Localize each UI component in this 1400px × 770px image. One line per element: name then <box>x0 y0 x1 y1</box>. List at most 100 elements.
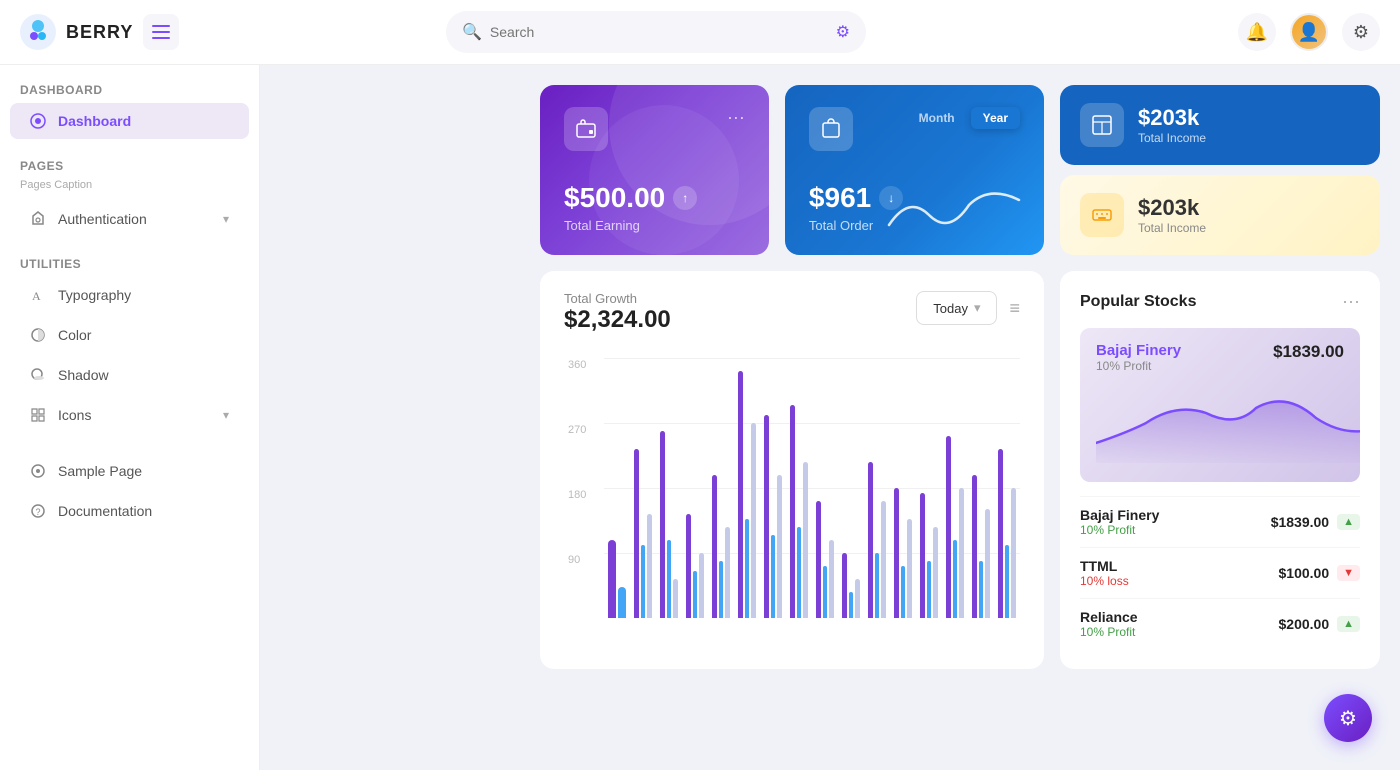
sidebar-item-icons-label: Icons <box>58 407 91 423</box>
bar-blue <box>693 571 698 618</box>
total-earning-label: Total Earning <box>564 218 745 233</box>
table-icon <box>1091 114 1113 136</box>
stock-row: Bajaj Finery10% Profit$1839.00▲ <box>1080 496 1360 547</box>
wave-chart <box>884 180 1024 235</box>
today-btn-chevron: ▾ <box>974 300 981 316</box>
total-earning-card: ··· $500.00 ↑ Total Earning <box>540 85 769 255</box>
total-order-card: Month Year $961 ↓ Total Order <box>785 85 1044 255</box>
shadow-icon <box>30 367 46 383</box>
bar-group <box>816 358 834 618</box>
sample-icon <box>30 463 46 479</box>
bar-group <box>998 358 1016 618</box>
bar-light <box>751 423 756 618</box>
settings-button[interactable]: ⚙ <box>1342 13 1380 51</box>
bar-light <box>985 509 990 618</box>
stocks-header: Popular Stocks ··· <box>1080 291 1360 312</box>
sidebar-pages-caption: Pages Caption <box>0 177 259 199</box>
filter-icon[interactable]: ⚙ <box>836 22 850 42</box>
bajaj-featured-name: Bajaj Finery <box>1096 342 1181 359</box>
typography-icon: A <box>30 287 46 303</box>
stock-profit: 10% loss <box>1080 574 1129 588</box>
bar-group <box>842 358 860 618</box>
sidebar-item-icons[interactable]: Icons ▾ <box>10 397 249 433</box>
chart-amount: $2,324.00 <box>564 306 671 334</box>
docs-icon: ? <box>30 503 46 519</box>
month-toggle-button[interactable]: Month <box>907 107 967 129</box>
hamburger-button[interactable] <box>143 14 179 50</box>
income-icon-box-2 <box>1080 193 1124 237</box>
bar-blue <box>849 592 854 618</box>
bar-light <box>647 514 652 618</box>
bar-group <box>868 358 886 618</box>
income-icon-box-1 <box>1080 103 1124 147</box>
bar-light <box>933 527 938 618</box>
chart-menu-icon[interactable]: ≡ <box>1009 298 1020 319</box>
stocks-dots[interactable]: ··· <box>1342 291 1360 312</box>
bar-light <box>881 501 886 618</box>
bar-blue <box>979 561 984 618</box>
notification-button[interactable]: 🔔 <box>1238 13 1276 51</box>
topbar-right: 🔔 👤 ⚙ <box>1238 13 1380 51</box>
badge-up: ▲ <box>1337 616 1360 632</box>
bar-purple <box>608 540 616 618</box>
total-income-1-label: Total Income <box>1138 131 1206 145</box>
bar-purple <box>946 436 951 618</box>
earning-card-dots[interactable]: ··· <box>727 107 745 128</box>
bar-purple <box>686 514 691 618</box>
fab-button[interactable]: ⚙ <box>1324 694 1372 742</box>
stock-list: Bajaj Finery10% Profit$1839.00▲TTML10% l… <box>1080 496 1360 649</box>
bar-purple <box>634 449 639 618</box>
bar-light <box>803 462 808 618</box>
today-button[interactable]: Today ▾ <box>916 291 997 325</box>
bar-purple <box>738 371 743 618</box>
search-icon: 🔍 <box>462 22 482 42</box>
bar-blue <box>719 561 724 618</box>
svg-text:A: A <box>32 289 41 303</box>
menu-icon <box>152 25 170 39</box>
bar-light <box>959 488 964 618</box>
total-income-2-label: Total Income <box>1138 221 1206 235</box>
sidebar-item-authentication-label: Authentication <box>58 211 147 227</box>
bar-group <box>712 358 730 618</box>
bar-light <box>699 553 704 618</box>
bar-blue <box>641 545 646 618</box>
sidebar-item-dashboard[interactable]: Dashboard <box>10 103 249 139</box>
sidebar-item-documentation-label: Documentation <box>58 503 152 519</box>
chart-card: Total Growth $2,324.00 Today ▾ ≡ 360 270… <box>540 271 1044 669</box>
bar-purple <box>842 553 847 618</box>
bar-light <box>829 540 834 618</box>
bar-group <box>894 358 912 618</box>
sidebar-item-documentation[interactable]: ? Documentation <box>10 493 249 529</box>
order-icon-box <box>809 107 853 151</box>
stocks-title: Popular Stocks <box>1080 293 1196 311</box>
sidebar-item-shadow[interactable]: Shadow <box>10 357 249 393</box>
avatar-button[interactable]: 👤 <box>1290 13 1328 51</box>
bar-group <box>608 358 626 618</box>
shopping-icon <box>820 118 842 140</box>
cards-row: ··· $500.00 ↑ Total Earning <box>540 85 1380 255</box>
bar-purple <box>998 449 1003 618</box>
sidebar-item-typography[interactable]: A Typography <box>10 277 249 313</box>
color-icon <box>30 327 46 343</box>
sidebar-item-authentication[interactable]: Authentication ▾ <box>10 201 249 237</box>
bar-light <box>1011 488 1016 618</box>
keyboard-icon <box>1091 204 1113 226</box>
stocks-card: Popular Stocks ··· Bajaj Finery 10% Prof… <box>1060 271 1380 669</box>
stock-profit: 10% Profit <box>1080 625 1138 639</box>
search-input[interactable] <box>490 24 828 40</box>
gear-icon: ⚙ <box>1353 22 1369 43</box>
year-toggle-button[interactable]: Year <box>971 107 1020 129</box>
sidebar-item-sample[interactable]: Sample Page <box>10 453 249 489</box>
earning-icon-box <box>564 107 608 151</box>
topbar: BERRY 🔍 ⚙ 🔔 👤 ⚙ <box>0 0 1400 65</box>
logo-icon <box>20 14 56 50</box>
bar-purple <box>660 431 665 618</box>
sidebar-item-color[interactable]: Color <box>10 317 249 353</box>
auth-icon <box>30 211 46 227</box>
fab-icon: ⚙ <box>1339 706 1357 731</box>
stock-price: $1839.00 <box>1271 514 1329 530</box>
icons-chevron-icon: ▾ <box>223 408 229 422</box>
total-earning-amount: $500.00 ↑ <box>564 182 745 214</box>
sidebar: Dashboard Dashboard Pages Pages Caption … <box>0 0 260 770</box>
card-right-col: $203k Total Income $203k Total In <box>1060 85 1380 255</box>
